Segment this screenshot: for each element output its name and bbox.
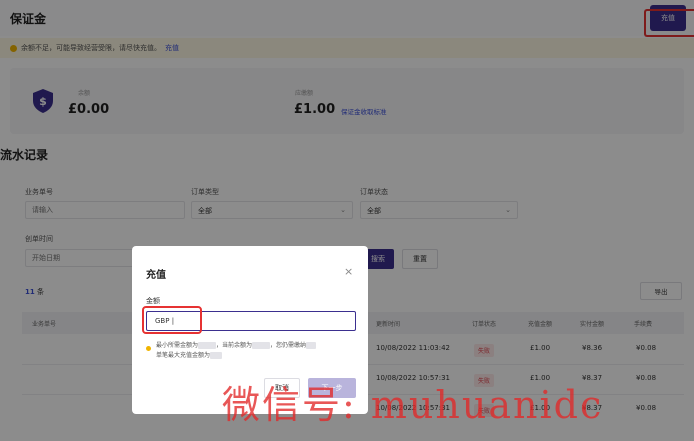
hint-line-1: 最小所需金额为 ，当前余额为 ，您仍需缴纳	[156, 340, 317, 349]
close-icon[interactable]: ×	[344, 265, 353, 278]
redacted-value	[306, 342, 317, 349]
hint-line-2: 单笔最大充值金额为	[156, 350, 223, 359]
highlight-box-amount	[142, 306, 202, 334]
dialog-title: 充值	[146, 270, 166, 281]
redacted-value	[198, 342, 217, 349]
hint-min-text: 最小所需金额为	[156, 342, 199, 349]
warning-icon	[146, 346, 151, 351]
hint-due-text: ，您仍需缴纳	[270, 342, 307, 349]
redacted-value	[252, 342, 271, 349]
hint-max-text: 单笔最大充值金额为	[156, 352, 211, 359]
watermark-text: 微信号: muhuanidc	[222, 383, 604, 427]
redacted-value	[210, 352, 223, 359]
hint-balance-text: ，当前余额为	[216, 342, 253, 349]
amount-label: 金额	[146, 297, 160, 305]
